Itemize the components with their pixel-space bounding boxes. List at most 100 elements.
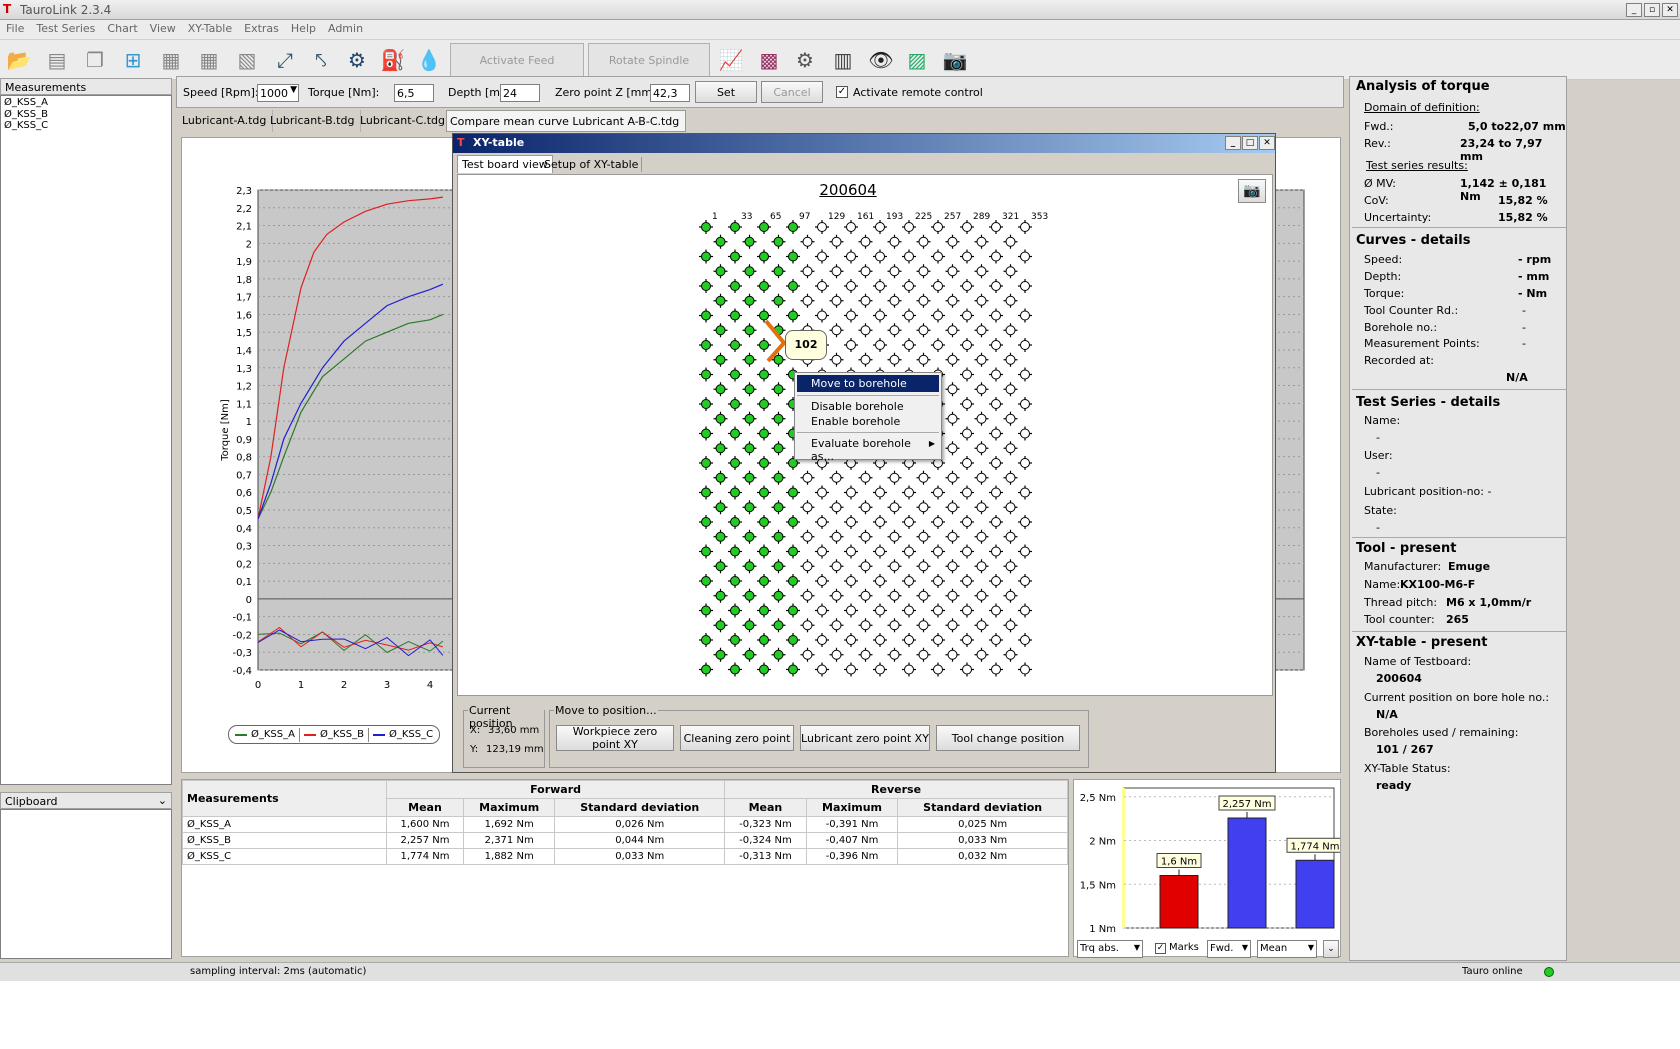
- tab-lubricant-b[interactable]: Lubricant-B.tdg: [264, 110, 362, 132]
- depth-input[interactable]: 24: [500, 84, 540, 102]
- speed-value-r: - rpm: [1518, 253, 1552, 266]
- chevron-down-icon: ▼: [1307, 943, 1314, 952]
- chevron-down-icon[interactable]: ⌄: [158, 794, 167, 807]
- menu-test-series[interactable]: Test Series: [30, 20, 101, 35]
- borehole: [771, 470, 786, 485]
- y-tick-label: 2: [246, 239, 252, 250]
- tab-lubricant-c[interactable]: Lubricant-C.tdg: [354, 110, 452, 132]
- menu-move-to-borehole[interactable]: Move to borehole: [797, 375, 939, 392]
- view-icon[interactable]: 👁: [864, 43, 898, 77]
- open-folder-icon[interactable]: 📂: [2, 43, 36, 77]
- app-title: TauroLink 2.3.4: [20, 3, 112, 17]
- cancel-button[interactable]: Cancel: [761, 81, 823, 103]
- table-row[interactable]: Ø_KSS_C 1,774 Nm 1,882 Nm 0,033 Nm -0,313 Nm…: [182, 848, 1068, 865]
- lubricant-zero-button[interactable]: Lubricant zero point XY: [800, 725, 930, 751]
- borehole: [989, 456, 1003, 470]
- borehole: [916, 293, 931, 308]
- table-row[interactable]: Ø_KSS_B 2,257 Nm 2,371 Nm 0,044 Nm -0,324 Nm…: [182, 832, 1068, 849]
- tool-change-button[interactable]: Tool change position: [936, 725, 1080, 751]
- borehole: [989, 367, 1003, 382]
- series-name-value: -: [1376, 431, 1380, 444]
- tab-lubricant-a[interactable]: Lubricant-A.tdg: [176, 110, 274, 132]
- delete-document-icon[interactable]: ▧: [230, 43, 264, 77]
- save-icon[interactable]: ▤: [40, 43, 74, 77]
- borehole: [742, 559, 757, 574]
- rotate-spindle-button[interactable]: Rotate Spindle: [588, 43, 710, 77]
- oil-can-icon[interactable]: ⛽: [376, 43, 410, 77]
- table-cell: 0,033 Nm: [554, 848, 726, 865]
- menu-enable-borehole[interactable]: Enable borehole: [795, 414, 941, 429]
- list-item[interactable]: Ø_KSS_B: [1, 109, 171, 120]
- copy-icon[interactable]: ❐: [78, 43, 112, 77]
- speed-label-r: Speed:: [1364, 253, 1403, 266]
- list-item[interactable]: Ø_KSS_C: [1, 120, 171, 131]
- borehole: [858, 293, 873, 308]
- minimize-icon[interactable]: _: [1626, 3, 1642, 17]
- chart-grid-icon[interactable]: ▩: [752, 43, 786, 77]
- remote-checkbox[interactable]: ✓: [836, 86, 848, 98]
- close-icon[interactable]: ✕: [1259, 136, 1275, 150]
- list-item[interactable]: Ø_KSS_A: [1, 96, 171, 109]
- menu-admin[interactable]: Admin: [322, 20, 369, 35]
- x-value: 33,60 mm: [488, 725, 540, 736]
- set-button[interactable]: Set: [695, 81, 757, 103]
- add-series-icon[interactable]: ⊞: [116, 43, 150, 77]
- menu-disable-borehole[interactable]: Disable borehole: [795, 399, 941, 414]
- axis-alt-icon[interactable]: ⤣: [304, 43, 338, 77]
- borehole: [945, 647, 960, 662]
- borehole: [844, 308, 858, 323]
- drop-icon[interactable]: 💧: [412, 43, 446, 77]
- close-icon[interactable]: ✕: [1662, 3, 1678, 17]
- table-row[interactable]: Ø_KSS_A 1,600 Nm 1,692 Nm 0,026 Nm -0,323 Nm…: [182, 816, 1068, 833]
- direction-select[interactable]: Fwd. ▼: [1207, 940, 1251, 958]
- settings-icon[interactable]: ⚙: [788, 43, 822, 77]
- documents-icon[interactable]: ▦: [192, 43, 226, 77]
- snapshot-icon[interactable]: 📷: [938, 43, 972, 77]
- axis-icon[interactable]: ⤢: [268, 43, 302, 77]
- menu-file[interactable]: File: [0, 20, 30, 35]
- borehole: [786, 220, 800, 234]
- torque-input[interactable]: 6,5: [394, 84, 434, 102]
- borehole: [974, 647, 989, 662]
- maximize-icon[interactable]: □: [1242, 136, 1258, 150]
- zero-point-input[interactable]: 42,3: [650, 84, 690, 102]
- borehole: [931, 485, 945, 500]
- borehole: [1003, 441, 1018, 456]
- menu-extras[interactable]: Extras: [238, 20, 285, 35]
- menu-chart[interactable]: Chart: [101, 20, 143, 35]
- table-cell: 1,882 Nm: [462, 848, 556, 865]
- document-icon[interactable]: ▦: [154, 43, 188, 77]
- menu-help[interactable]: Help: [285, 20, 322, 35]
- cleaning-zero-button[interactable]: Cleaning zero point: [680, 725, 794, 751]
- tab-setup-xy-table[interactable]: Setup of XY-table: [541, 157, 643, 172]
- borehole: [974, 352, 989, 367]
- borehole: [974, 559, 989, 574]
- export-excel-icon[interactable]: ▨: [900, 43, 934, 77]
- activate-feed-button[interactable]: Activate Feed: [450, 43, 584, 77]
- camera-icon[interactable]: 📷: [1238, 179, 1266, 203]
- borehole: [829, 588, 844, 603]
- speed-select[interactable]: 1000 ▼: [257, 84, 299, 102]
- maximize-icon[interactable]: ▫: [1644, 3, 1660, 17]
- stat-select[interactable]: Mean ▼: [1257, 940, 1317, 958]
- panel-icon[interactable]: ▥: [826, 43, 860, 77]
- drill-icon[interactable]: ⚙: [340, 43, 374, 77]
- menu-xy-table[interactable]: XY-Table: [182, 20, 238, 35]
- tab-compare[interactable]: Compare mean curve Lubricant A-B-C.tdg: [446, 110, 687, 132]
- workpiece-zero-button[interactable]: Workpiece zero point XY: [556, 725, 674, 751]
- add-chart-icon[interactable]: 📈: [714, 43, 748, 77]
- column-label: 97: [799, 212, 810, 222]
- trq-select[interactable]: Trq abs. ▼: [1077, 940, 1143, 958]
- xy-status-value: ready: [1376, 779, 1412, 792]
- expand-icon[interactable]: ⌄: [1323, 940, 1339, 958]
- menu-evaluate-borehole[interactable]: Evaluate borehole as... ▶: [795, 436, 941, 464]
- tab-test-board-view[interactable]: Test board view: [457, 155, 553, 173]
- minimize-icon[interactable]: _: [1225, 136, 1241, 150]
- legend-label-b: Ø_KSS_B: [319, 729, 364, 740]
- marks-checkbox[interactable]: ✓: [1155, 943, 1166, 954]
- borehole: [699, 485, 713, 500]
- results-label: Test series results:: [1366, 159, 1468, 172]
- borehole: [960, 367, 974, 382]
- menu-view[interactable]: View: [144, 20, 182, 35]
- depth-label-r: Depth:: [1364, 270, 1402, 283]
